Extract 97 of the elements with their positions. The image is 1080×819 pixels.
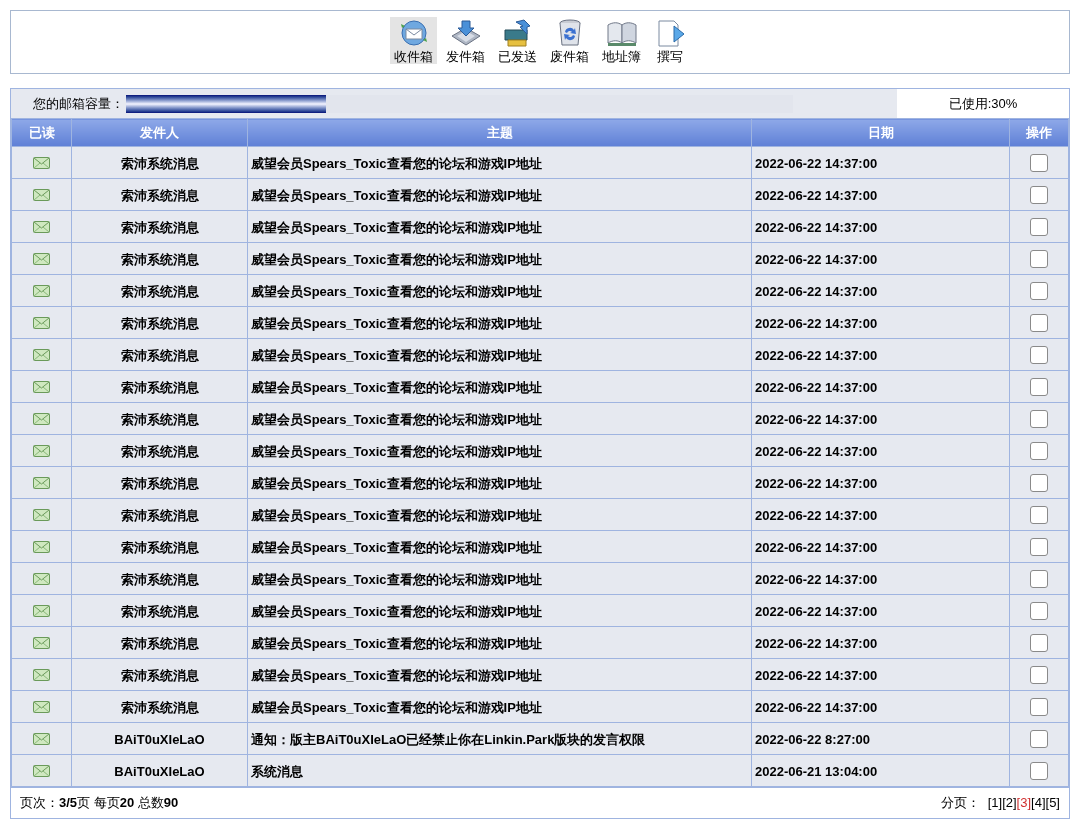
envelope-icon <box>33 348 50 361</box>
sender-text: 索沛系统消息 <box>120 187 199 203</box>
date-text: 2022-06-21 13:04:00 <box>755 763 878 779</box>
date-text: 2022-06-22 14:37:00 <box>755 571 878 587</box>
checkbox[interactable] <box>1030 409 1048 428</box>
envelope-icon <box>33 316 50 329</box>
sender-text: 索沛系统消息 <box>120 571 199 587</box>
envelope-icon <box>33 540 50 553</box>
envelope-icon <box>33 700 50 713</box>
toolbar-button[interactable]: 收件箱 <box>390 17 437 64</box>
date-text: 2022-06-22 14:37:00 <box>755 283 878 299</box>
checkbox[interactable] <box>1030 281 1048 300</box>
date-text: 2022-06-22 14:37:00 <box>755 155 878 171</box>
date-text: 2022-06-22 14:37:00 <box>755 315 878 331</box>
envelope-icon <box>33 476 50 489</box>
sender-text: 索沛系统消息 <box>120 475 199 491</box>
date-text: 2022-06-22 8:27:00 <box>755 731 870 747</box>
tray-icon <box>449 18 482 48</box>
page-link[interactable]: [4] <box>1031 793 1046 813</box>
sender-text: 索沛系统消息 <box>120 411 199 427</box>
page-link[interactable]: [2] <box>1002 793 1017 813</box>
column-header: 日期 <box>751 118 1010 147</box>
date-text: 2022-06-22 14:37:00 <box>755 443 878 459</box>
sender-text: BAiT0uXIeLaO <box>114 763 205 779</box>
column-header: 主题 <box>247 118 752 147</box>
sender-text: 索沛系统消息 <box>120 155 199 171</box>
sender-text: 索沛系统消息 <box>120 507 199 523</box>
checkbox[interactable] <box>1030 729 1048 748</box>
sender-text: 索沛系统消息 <box>120 347 199 363</box>
sender-text: BAiT0uXIeLaO <box>114 731 205 747</box>
checkbox[interactable] <box>1030 697 1048 716</box>
checkbox[interactable] <box>1030 313 1048 332</box>
date-text: 2022-06-22 14:37:00 <box>755 699 878 715</box>
page-summary: 页次：3/5页 每页20 总数90 <box>20 794 179 813</box>
checkbox[interactable] <box>1030 185 1048 204</box>
checkbox[interactable] <box>1030 569 1048 588</box>
checkbox[interactable] <box>1030 537 1048 556</box>
sender-text: 索沛系统消息 <box>120 699 199 715</box>
checkbox[interactable] <box>1030 249 1048 268</box>
checkbox[interactable] <box>1030 153 1048 172</box>
date-text: 2022-06-22 14:37:00 <box>755 539 878 555</box>
date-text: 2022-06-22 14:37:00 <box>755 347 878 363</box>
capacity-label: 您的邮箱容量： <box>32 94 125 113</box>
date-text: 2022-06-22 14:37:00 <box>755 411 878 427</box>
pagination-label: 分页： <box>940 794 980 813</box>
date-text: 2022-06-22 14:37:00 <box>755 219 878 235</box>
envelope-icon <box>33 188 50 201</box>
checkbox[interactable] <box>1030 665 1048 684</box>
checkbox[interactable] <box>1030 217 1048 236</box>
envelope-icon <box>33 380 50 393</box>
sender-text: 索沛系统消息 <box>120 379 199 395</box>
date-text: 2022-06-22 14:37:00 <box>755 507 878 523</box>
envelope-icon <box>33 444 50 457</box>
envelope-icon <box>33 284 50 297</box>
checkbox[interactable] <box>1030 633 1048 652</box>
checkbox[interactable] <box>1030 473 1048 492</box>
column-header: 操作 <box>1009 118 1069 147</box>
envelope-icon <box>33 156 50 169</box>
envelope-icon <box>33 604 50 617</box>
date-text: 2022-06-22 14:37:00 <box>755 379 878 395</box>
envelope-icon <box>33 636 50 649</box>
sender-text: 索沛系统消息 <box>120 219 199 235</box>
column-header: 已读 <box>11 118 72 147</box>
checkbox[interactable] <box>1030 761 1048 780</box>
envelope-icon <box>33 220 50 233</box>
checkbox[interactable] <box>1030 377 1048 396</box>
sender-text: 索沛系统消息 <box>120 667 199 683</box>
date-text: 2022-06-22 14:37:00 <box>755 667 878 683</box>
envelope-icon <box>33 764 50 777</box>
page-link[interactable]: [5] <box>1045 793 1060 813</box>
envelope-icon <box>33 412 50 425</box>
sender-text: 索沛系统消息 <box>120 251 199 267</box>
envelope-icon <box>33 252 50 265</box>
checkbox[interactable] <box>1030 441 1048 460</box>
date-text: 2022-06-22 14:37:00 <box>755 475 878 491</box>
date-text: 2022-06-22 14:37:00 <box>755 603 878 619</box>
sender-text: 索沛系统消息 <box>120 603 199 619</box>
page-link[interactable]: [1] <box>987 793 1003 813</box>
checkbox[interactable] <box>1030 345 1048 364</box>
date-text: 2022-06-22 14:37:00 <box>755 251 878 267</box>
envelope-icon <box>33 732 50 745</box>
page-link[interactable]: [3] <box>1016 793 1032 813</box>
sender-text: 索沛系统消息 <box>120 539 199 555</box>
envelope-icon <box>33 508 50 521</box>
subject-link[interactable]: 系统消息 <box>251 763 303 779</box>
usage-text: 已使用:30% <box>948 94 1018 113</box>
sender-text: 索沛系统消息 <box>120 315 199 331</box>
sender-text: 索沛系统消息 <box>120 443 199 459</box>
column-header: 发件人 <box>71 118 248 147</box>
checkbox[interactable] <box>1030 601 1048 620</box>
date-text: 2022-06-22 14:37:00 <box>755 635 878 651</box>
envelope-icon <box>33 668 50 681</box>
envelope-icon <box>33 572 50 585</box>
sender-text: 索沛系统消息 <box>120 283 199 299</box>
checkbox[interactable] <box>1030 505 1048 524</box>
sender-text: 索沛系统消息 <box>120 635 199 651</box>
date-text: 2022-06-22 14:37:00 <box>755 187 878 203</box>
